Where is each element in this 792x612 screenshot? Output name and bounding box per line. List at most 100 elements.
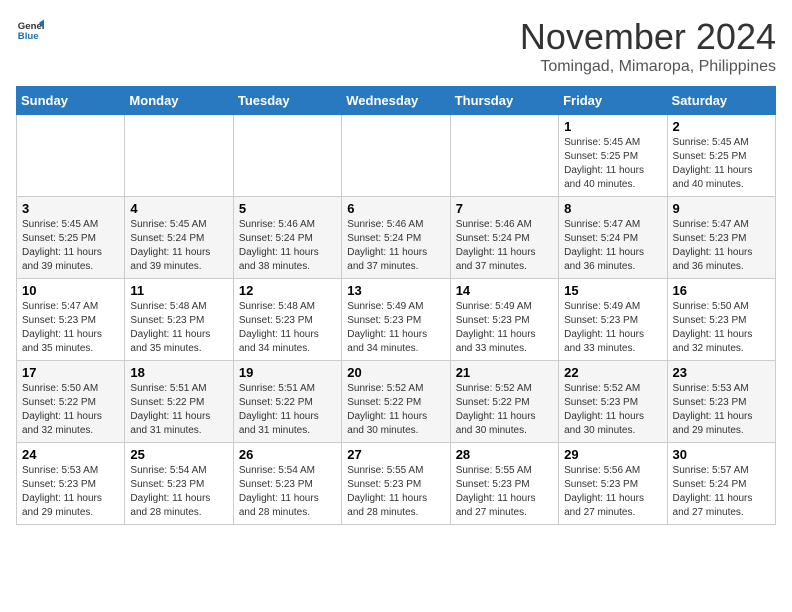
calendar-cell: 2 Sunrise: 5:45 AM Sunset: 5:25 PM Daylig… xyxy=(667,115,775,197)
day-number: 23 xyxy=(673,365,770,380)
day-info: Sunrise: 5:47 AM Sunset: 5:24 PM Dayligh… xyxy=(564,218,661,274)
calendar-cell: 23 Sunrise: 5:53 AM Sunset: 5:23 PM Dayli… xyxy=(667,361,775,443)
calendar-table: SundayMondayTuesdayWednesdayThursdayFrid… xyxy=(16,86,776,525)
logo-icon: General Blue xyxy=(16,16,44,44)
day-info: Sunrise: 5:55 AM Sunset: 5:23 PM Dayligh… xyxy=(456,464,553,520)
location-title: Tomingad, Mimaropa, Philippines xyxy=(520,58,776,76)
calendar-cell xyxy=(450,115,558,197)
day-number: 3 xyxy=(22,201,119,216)
day-number: 26 xyxy=(239,447,336,462)
day-info: Sunrise: 5:51 AM Sunset: 5:22 PM Dayligh… xyxy=(130,382,227,438)
calendar-cell: 12 Sunrise: 5:48 AM Sunset: 5:23 PM Dayli… xyxy=(233,279,341,361)
calendar-cell: 25 Sunrise: 5:54 AM Sunset: 5:23 PM Dayli… xyxy=(125,443,233,525)
day-info: Sunrise: 5:47 AM Sunset: 5:23 PM Dayligh… xyxy=(22,300,119,356)
day-info: Sunrise: 5:45 AM Sunset: 5:25 PM Dayligh… xyxy=(673,136,770,192)
weekday-header: Friday xyxy=(559,87,667,115)
day-number: 9 xyxy=(673,201,770,216)
calendar-cell xyxy=(233,115,341,197)
day-info: Sunrise: 5:45 AM Sunset: 5:25 PM Dayligh… xyxy=(564,136,661,192)
weekday-header: Wednesday xyxy=(342,87,450,115)
calendar-cell: 22 Sunrise: 5:52 AM Sunset: 5:23 PM Dayli… xyxy=(559,361,667,443)
calendar-cell: 8 Sunrise: 5:47 AM Sunset: 5:24 PM Daylig… xyxy=(559,197,667,279)
calendar-week-row: 3 Sunrise: 5:45 AM Sunset: 5:25 PM Daylig… xyxy=(17,197,776,279)
day-number: 22 xyxy=(564,365,661,380)
day-number: 5 xyxy=(239,201,336,216)
day-number: 12 xyxy=(239,283,336,298)
calendar-cell xyxy=(125,115,233,197)
day-number: 10 xyxy=(22,283,119,298)
day-number: 13 xyxy=(347,283,444,298)
page-header: General Blue November 2024 Tomingad, Mim… xyxy=(16,16,776,76)
svg-text:Blue: Blue xyxy=(18,31,39,42)
day-info: Sunrise: 5:46 AM Sunset: 5:24 PM Dayligh… xyxy=(456,218,553,274)
day-number: 16 xyxy=(673,283,770,298)
day-number: 28 xyxy=(456,447,553,462)
calendar-header-row: SundayMondayTuesdayWednesdayThursdayFrid… xyxy=(17,87,776,115)
day-info: Sunrise: 5:45 AM Sunset: 5:25 PM Dayligh… xyxy=(22,218,119,274)
calendar-cell: 1 Sunrise: 5:45 AM Sunset: 5:25 PM Daylig… xyxy=(559,115,667,197)
calendar-cell: 15Sunrise: 5:49 AM Sunset: 5:23 PM Dayli… xyxy=(559,279,667,361)
day-number: 21 xyxy=(456,365,553,380)
day-number: 19 xyxy=(239,365,336,380)
day-info: Sunrise: 5:45 AM Sunset: 5:24 PM Dayligh… xyxy=(130,218,227,274)
day-number: 15 xyxy=(564,283,661,298)
calendar-cell: 19 Sunrise: 5:51 AM Sunset: 5:22 PM Dayli… xyxy=(233,361,341,443)
day-number: 6 xyxy=(347,201,444,216)
day-number: 4 xyxy=(130,201,227,216)
calendar-cell xyxy=(17,115,125,197)
calendar-week-row: 24 Sunrise: 5:53 AM Sunset: 5:23 PM Dayli… xyxy=(17,443,776,525)
day-number: 1 xyxy=(564,119,661,134)
calendar-cell: 14 Sunrise: 5:49 AM Sunset: 5:23 PM Dayli… xyxy=(450,279,558,361)
day-info: Sunrise: 5:55 AM Sunset: 5:23 PM Dayligh… xyxy=(347,464,444,520)
day-info: Sunrise: 5:50 AM Sunset: 5:22 PM Dayligh… xyxy=(22,382,119,438)
calendar-cell: 20Sunrise: 5:52 AM Sunset: 5:22 PM Dayli… xyxy=(342,361,450,443)
day-info: Sunrise: 5:46 AM Sunset: 5:24 PM Dayligh… xyxy=(239,218,336,274)
day-number: 17 xyxy=(22,365,119,380)
calendar-cell xyxy=(342,115,450,197)
weekday-header: Sunday xyxy=(17,87,125,115)
weekday-header: Tuesday xyxy=(233,87,341,115)
day-number: 24 xyxy=(22,447,119,462)
calendar-cell: 11Sunrise: 5:48 AM Sunset: 5:23 PM Dayli… xyxy=(125,279,233,361)
day-info: Sunrise: 5:53 AM Sunset: 5:23 PM Dayligh… xyxy=(673,382,770,438)
day-info: Sunrise: 5:52 AM Sunset: 5:23 PM Dayligh… xyxy=(564,382,661,438)
day-number: 2 xyxy=(673,119,770,134)
day-info: Sunrise: 5:53 AM Sunset: 5:23 PM Dayligh… xyxy=(22,464,119,520)
day-number: 14 xyxy=(456,283,553,298)
day-info: Sunrise: 5:48 AM Sunset: 5:23 PM Dayligh… xyxy=(239,300,336,356)
day-info: Sunrise: 5:57 AM Sunset: 5:24 PM Dayligh… xyxy=(673,464,770,520)
day-number: 25 xyxy=(130,447,227,462)
day-number: 18 xyxy=(130,365,227,380)
weekday-header: Saturday xyxy=(667,87,775,115)
calendar-cell: 27 Sunrise: 5:55 AM Sunset: 5:23 PM Dayli… xyxy=(342,443,450,525)
day-number: 30 xyxy=(673,447,770,462)
calendar-cell: 29 Sunrise: 5:56 AM Sunset: 5:23 PM Dayli… xyxy=(559,443,667,525)
day-number: 20 xyxy=(347,365,444,380)
day-info: Sunrise: 5:56 AM Sunset: 5:23 PM Dayligh… xyxy=(564,464,661,520)
calendar-cell: 17 Sunrise: 5:50 AM Sunset: 5:22 PM Dayli… xyxy=(17,361,125,443)
day-number: 29 xyxy=(564,447,661,462)
month-title: November 2024 xyxy=(520,16,776,58)
day-info: Sunrise: 5:49 AM Sunset: 5:23 PM Dayligh… xyxy=(456,300,553,356)
calendar-cell: 21Sunrise: 5:52 AM Sunset: 5:22 PM Dayli… xyxy=(450,361,558,443)
day-number: 7 xyxy=(456,201,553,216)
calendar-week-row: 1 Sunrise: 5:45 AM Sunset: 5:25 PM Daylig… xyxy=(17,115,776,197)
day-info: Sunrise: 5:54 AM Sunset: 5:23 PM Dayligh… xyxy=(239,464,336,520)
calendar-cell: 4 Sunrise: 5:45 AM Sunset: 5:24 PM Daylig… xyxy=(125,197,233,279)
calendar-cell: 16 Sunrise: 5:50 AM Sunset: 5:23 PM Dayli… xyxy=(667,279,775,361)
weekday-header: Thursday xyxy=(450,87,558,115)
calendar-cell: 30 Sunrise: 5:57 AM Sunset: 5:24 PM Dayli… xyxy=(667,443,775,525)
calendar-cell: 26 Sunrise: 5:54 AM Sunset: 5:23 PM Dayli… xyxy=(233,443,341,525)
day-info: Sunrise: 5:54 AM Sunset: 5:23 PM Dayligh… xyxy=(130,464,227,520)
calendar-cell: 18 Sunrise: 5:51 AM Sunset: 5:22 PM Dayli… xyxy=(125,361,233,443)
calendar-cell: 9Sunrise: 5:47 AM Sunset: 5:23 PM Daylig… xyxy=(667,197,775,279)
calendar-cell: 10 Sunrise: 5:47 AM Sunset: 5:23 PM Dayli… xyxy=(17,279,125,361)
day-info: Sunrise: 5:49 AM Sunset: 5:23 PM Dayligh… xyxy=(347,300,444,356)
calendar-cell: 13 Sunrise: 5:49 AM Sunset: 5:23 PM Dayli… xyxy=(342,279,450,361)
day-number: 27 xyxy=(347,447,444,462)
calendar-cell: 3 Sunrise: 5:45 AM Sunset: 5:25 PM Daylig… xyxy=(17,197,125,279)
day-info: Sunrise: 5:51 AM Sunset: 5:22 PM Dayligh… xyxy=(239,382,336,438)
day-info: Sunrise: 5:50 AM Sunset: 5:23 PM Dayligh… xyxy=(673,300,770,356)
calendar-cell: 28 Sunrise: 5:55 AM Sunset: 5:23 PM Dayli… xyxy=(450,443,558,525)
day-number: 8 xyxy=(564,201,661,216)
